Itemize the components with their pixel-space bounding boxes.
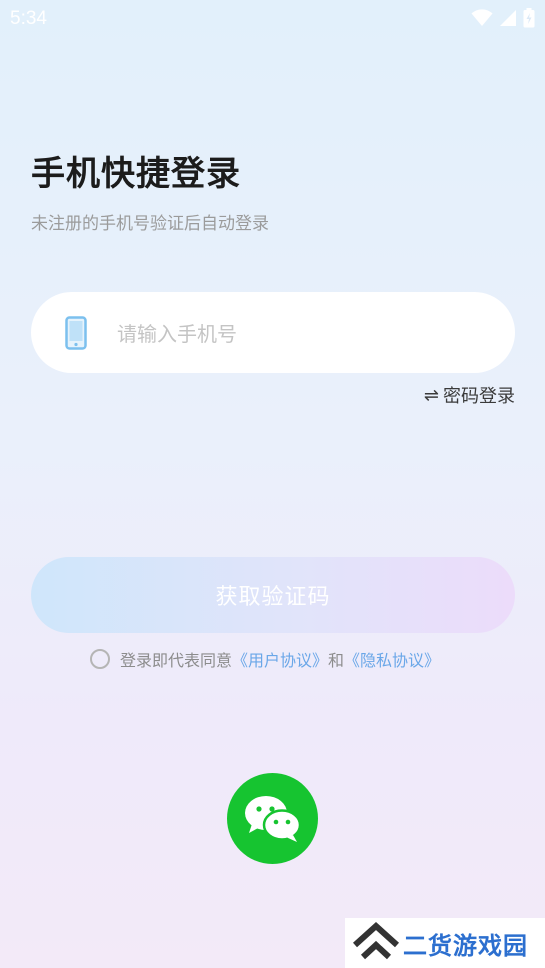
privacy-agreement-link[interactable]: 《隐私协议》 bbox=[344, 647, 440, 671]
agreement: 登录即代表同意 《用户协议》 和 《隐私协议》 bbox=[90, 647, 440, 671]
page-subtitle: 未注册的手机号验证后自动登录 bbox=[31, 214, 269, 234]
watermark-text: 二货游戏园 bbox=[403, 931, 528, 960]
status-time: 5:34 bbox=[10, 8, 47, 29]
status-icons bbox=[471, 8, 535, 28]
battery-icon bbox=[523, 8, 535, 28]
phone-input[interactable] bbox=[115, 292, 489, 375]
page-title: 手机快捷登录 bbox=[31, 154, 241, 194]
agree-radio[interactable] bbox=[90, 649, 110, 669]
phone-field[interactable] bbox=[31, 292, 515, 375]
swap-icon: ⇌ bbox=[423, 384, 439, 406]
status-bar: 5:34 bbox=[0, 0, 545, 36]
watermark: 二货游戏园 bbox=[345, 918, 545, 968]
password-login-label: 密码登录 bbox=[443, 386, 515, 407]
password-login-link[interactable]: ⇌ 密码登录 bbox=[424, 382, 515, 408]
agreement-prefix: 登录即代表同意 bbox=[120, 651, 233, 670]
get-code-button[interactable]: 获取验证码 bbox=[31, 557, 515, 633]
phone-icon bbox=[65, 316, 87, 354]
signal-icon bbox=[499, 9, 517, 27]
agreement-and: 和 bbox=[328, 651, 345, 670]
user-agreement-link[interactable]: 《用户协议》 bbox=[232, 647, 328, 671]
wechat-login-button[interactable] bbox=[227, 773, 318, 864]
watermark-logo-icon bbox=[352, 921, 400, 965]
wifi-icon bbox=[471, 9, 493, 27]
